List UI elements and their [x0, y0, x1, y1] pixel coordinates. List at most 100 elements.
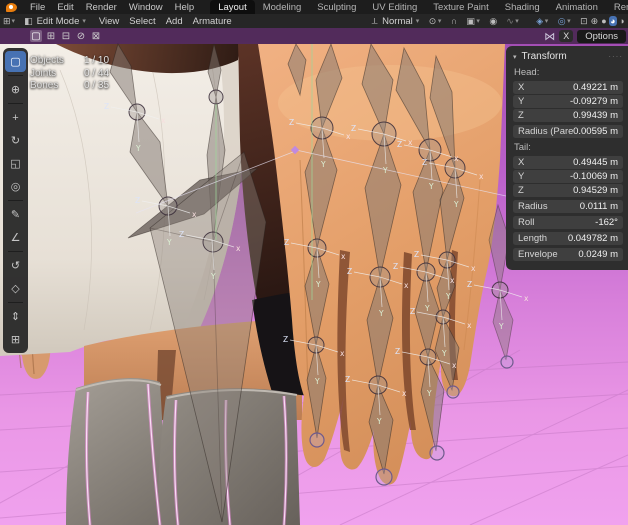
field-x[interactable]: X0.49221 m: [513, 81, 623, 94]
tab-rendering[interactable]: Rendering: [606, 0, 628, 14]
field-y[interactable]: Y-0.10069 m: [513, 170, 623, 183]
scale-tool[interactable]: ◱: [5, 153, 26, 174]
magnet-icon: ∩: [451, 16, 457, 26]
menu-edit[interactable]: Edit: [51, 2, 79, 13]
tab-modeling[interactable]: Modeling: [255, 0, 310, 14]
field-value: 0.94529 m: [573, 185, 618, 196]
editor-type-icon: ⊞: [3, 16, 11, 26]
bone-size-tool[interactable]: ⇕: [5, 306, 26, 327]
svg-text:Z: Z: [393, 262, 398, 271]
snap-toggle[interactable]: ∩: [449, 16, 458, 26]
mirror-x-toggle[interactable]: X: [559, 30, 573, 42]
select-mode-buttons: ▢⊞⊟⊘⊠: [30, 30, 102, 42]
tab-shading[interactable]: Shading: [497, 0, 548, 14]
roll-tool[interactable]: ↺: [5, 255, 26, 276]
select-mode-invert-icon[interactable]: ⊘: [75, 30, 87, 42]
svg-text:Y: Y: [498, 322, 504, 331]
menu-file[interactable]: File: [24, 2, 51, 13]
svg-text:x: x: [452, 361, 457, 370]
transform-panel-header[interactable]: ▾ Transform ····: [513, 51, 623, 62]
transform-tool[interactable]: ◎: [5, 176, 26, 197]
shading-solid-icon[interactable]: ●: [601, 16, 606, 26]
shading-wireframe-icon[interactable]: ⊕: [591, 16, 599, 26]
field-y[interactable]: Y-0.09279 m: [513, 95, 623, 108]
field-envelope[interactable]: Envelope0.0249 m: [513, 248, 623, 261]
field-roll[interactable]: Roll-162°: [513, 216, 623, 229]
chevron-down-icon: ▾: [545, 17, 549, 25]
toolbar-separator: [8, 200, 23, 201]
select-mode-intersect-icon[interactable]: ⊠: [90, 30, 102, 42]
snap-target-selector[interactable]: ▣ ▾: [465, 16, 482, 26]
svg-text:Y: Y: [378, 309, 384, 318]
field-z[interactable]: Z0.99439 m: [513, 109, 623, 122]
stat-value-joints: 0 / 44: [84, 68, 109, 81]
svg-text:Y: Y: [453, 200, 459, 209]
svg-text:x: x: [479, 172, 484, 181]
extrude-tool[interactable]: ⊞: [5, 329, 26, 350]
proportional-editing-toggle[interactable]: ◉: [488, 16, 499, 26]
viewport-menu-armature[interactable]: Armature: [188, 16, 237, 27]
chevron-down-icon: ▾: [515, 17, 519, 25]
field-value: 0.49445 m: [573, 157, 618, 168]
field-radius[interactable]: Radius0.0111 m: [513, 200, 623, 213]
viewport-menu-select[interactable]: Select: [124, 16, 160, 27]
cursor-tool[interactable]: ⊕: [5, 79, 26, 100]
pivot-icon: ⊙: [429, 16, 437, 26]
field-radiusparent[interactable]: Radius (Parent0.00595 m: [513, 125, 623, 138]
pivot-point-selector[interactable]: ⊙ ▾: [427, 16, 443, 26]
chevron-down-icon: ▾: [438, 17, 442, 25]
field-x[interactable]: X0.49445 m: [513, 156, 623, 169]
field-name: Envelope: [518, 249, 558, 260]
falloff-selector[interactable]: ∿ ▾: [505, 16, 521, 26]
rotate-tool[interactable]: ↻: [5, 130, 26, 151]
select-mode-set-icon[interactable]: ▢: [30, 30, 42, 42]
tool-settings-right: ⋈ X Options: [544, 30, 626, 43]
mode-selector[interactable]: ◧ Edit Mode ▾: [23, 16, 88, 27]
tab-sculpting[interactable]: Sculpting: [309, 0, 364, 14]
main-menus: FileEditRenderWindowHelp: [24, 2, 200, 13]
field-value: -162°: [595, 217, 618, 228]
show-overlays-toggle[interactable]: ◎ ▾: [556, 16, 572, 26]
chevron-down-icon: ▾: [476, 17, 480, 25]
svg-text:x: x: [346, 132, 351, 141]
shading-material-preview-icon[interactable]: ◕: [609, 16, 616, 26]
select-mode-subtract-icon[interactable]: ⊟: [60, 30, 72, 42]
options-button[interactable]: Options: [577, 30, 626, 43]
select-mode-extend-icon[interactable]: ⊞: [45, 30, 57, 42]
svg-text:Z: Z: [283, 335, 288, 344]
menu-window[interactable]: Window: [123, 2, 169, 13]
field-z[interactable]: Z 0.94529 m: [513, 184, 623, 197]
blender-logo-icon[interactable]: [6, 3, 17, 12]
field-group: Envelope0.0249 m: [513, 248, 623, 261]
field-name: Z: [518, 185, 524, 196]
stat-value-objects: 1 / 10: [84, 55, 109, 68]
svg-text:Y: Y: [315, 280, 321, 289]
shading-rendered-icon[interactable]: ◑: [619, 16, 624, 26]
field-name: Radius: [518, 201, 548, 212]
menu-render[interactable]: Render: [80, 2, 123, 13]
select-box-tool[interactable]: ▢: [5, 51, 26, 72]
svg-text:Y: Y: [382, 166, 388, 175]
viewport-menu-view[interactable]: View: [94, 16, 124, 27]
annotate-tool[interactable]: ✎: [5, 204, 26, 225]
menu-help[interactable]: Help: [169, 2, 201, 13]
viewport-menu-add[interactable]: Add: [161, 16, 188, 27]
measure-tool[interactable]: ∠: [5, 227, 26, 248]
mode-label: Edit Mode: [37, 16, 80, 27]
show-gizmo-toggle[interactable]: ◈ ▾: [535, 16, 550, 26]
tab-texture-paint[interactable]: Texture Paint: [425, 0, 496, 14]
editor-type-selector[interactable]: ⊞ ▾: [2, 16, 17, 26]
field-length[interactable]: Length0.049782 m: [513, 232, 623, 245]
drag-handle-icon[interactable]: ····: [608, 52, 623, 61]
move-tool[interactable]: +: [5, 107, 26, 128]
tab-animation[interactable]: Animation: [548, 0, 606, 14]
svg-text:x: x: [340, 349, 345, 358]
tab-layout[interactable]: Layout: [210, 0, 255, 14]
field-value: 0.049782 m: [568, 233, 618, 244]
transform-orientation-selector[interactable]: ⟂ Normal ▾: [370, 16, 421, 27]
xray-toggle-icon[interactable]: ⊡: [580, 16, 588, 26]
bone-envelope-tool[interactable]: ◇: [5, 278, 26, 299]
tab-uv-editing[interactable]: UV Editing: [364, 0, 425, 14]
viewport-menus: ViewSelectAddArmature: [94, 16, 237, 27]
svg-text:Z: Z: [345, 375, 350, 384]
